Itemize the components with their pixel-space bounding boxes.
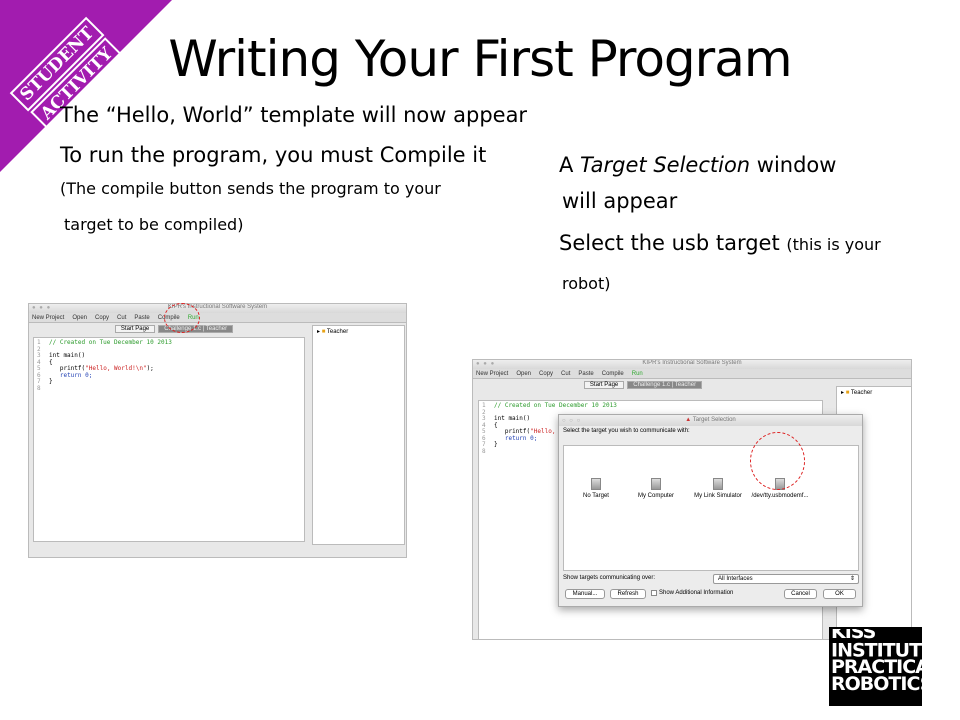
- checkbox[interactable]: [651, 590, 657, 596]
- code-return: return 0;: [59, 371, 93, 379]
- computer-icon: [713, 478, 723, 490]
- show-info-checkbox[interactable]: Show Additional Information: [651, 590, 733, 596]
- cut-button[interactable]: Cut: [117, 315, 126, 321]
- target-selection-dialog: ○ ○ ○ ▲ Target Selection Select the targe…: [558, 414, 863, 607]
- logo-robotics: ROBOTICS: [831, 673, 933, 696]
- computer-icon: [651, 478, 661, 490]
- dialog-titlebar: ○ ○ ○ ▲ Target Selection: [559, 415, 862, 426]
- cancel-button[interactable]: Cancel: [784, 589, 817, 599]
- titlebar: ● ● ● KIPR's Instructional Software Syste…: [473, 360, 911, 369]
- text-note-2: target to be compiled): [64, 215, 244, 234]
- target-link-simulator[interactable]: My Link Simulator: [688, 478, 748, 499]
- code-comment: // Created on Tue December 10 2013: [494, 402, 617, 409]
- show-info-label: Show Additional Information: [659, 590, 734, 596]
- select-arrows-icon: ⇕: [849, 576, 855, 582]
- ok-button[interactable]: OK: [823, 589, 856, 599]
- target-my-computer[interactable]: My Computer: [626, 478, 686, 499]
- toolbar: New Project Open Copy Cut Paste Compile Run: [473, 369, 911, 379]
- text-will-appear: will appear: [562, 189, 678, 213]
- ln: 8: [37, 384, 41, 392]
- code-printf-end: );: [146, 365, 154, 372]
- target-label: My Computer: [637, 493, 674, 499]
- target-no-target[interactable]: No Target: [566, 478, 626, 499]
- t-a: A: [559, 153, 581, 177]
- manual-button[interactable]: Manual...: [565, 589, 605, 599]
- code-main: int main(): [494, 415, 531, 422]
- code-string: "Hello, World!\n": [85, 365, 147, 372]
- t-suffix: window: [750, 153, 837, 177]
- window-title: KIPR's Instructional Software System: [642, 360, 742, 366]
- show-targets-label: Show targets communicating over:: [563, 575, 656, 581]
- code-main: int main(): [49, 352, 86, 359]
- compile-button[interactable]: Compile: [602, 371, 624, 377]
- text-select-usb: Select the usb target (this is your: [559, 231, 881, 255]
- dialog-title: Target Selection: [692, 417, 736, 423]
- code-brace: }: [49, 378, 53, 385]
- target-label: /dev/tty.usbmodemf...: [751, 493, 809, 499]
- paste-button[interactable]: Paste: [134, 315, 149, 321]
- folder-icon: ■: [321, 329, 326, 335]
- tab-start-page[interactable]: Start Page: [583, 381, 625, 389]
- open-button[interactable]: Open: [72, 315, 87, 321]
- new-project-button[interactable]: New Project: [32, 315, 64, 321]
- interface-select[interactable]: All Interfaces ⇕: [713, 574, 859, 584]
- target-label: My Link Simulator: [694, 493, 742, 499]
- interface-value: All Interfaces: [718, 576, 753, 582]
- computer-icon: [591, 478, 601, 490]
- refresh-button[interactable]: Refresh: [610, 589, 646, 599]
- kipr-icon: ▲: [685, 417, 692, 423]
- copy-button[interactable]: Copy: [539, 371, 553, 377]
- text-note-1: (The compile button sends the program to…: [60, 179, 441, 198]
- toolbar: New Project Open Copy Cut Paste Compile Run: [29, 313, 406, 323]
- t-b-small: (this is your: [786, 235, 881, 254]
- run-button[interactable]: Run: [632, 371, 643, 377]
- usb-target-highlight-circle: [750, 432, 805, 490]
- titlebar: ● ● ● KIPR's Instructional Software Syste…: [29, 304, 406, 313]
- target-label: No Target: [583, 493, 609, 499]
- text-target-window: A Target Selection window: [559, 153, 836, 177]
- cut-button[interactable]: Cut: [561, 371, 570, 377]
- dialog-prompt: Select the target you wish to communicat…: [563, 428, 690, 434]
- logo-kiss: KISS: [831, 629, 920, 639]
- code-comment: // Created on Tue December 10 2013: [49, 339, 172, 346]
- folder-icon: ■: [845, 390, 850, 396]
- t-italic: Target Selection: [580, 153, 751, 177]
- tab-challenge[interactable]: Challenge 1.c | Teacher: [627, 381, 703, 389]
- tree-item-teacher[interactable]: Teacher: [851, 390, 872, 396]
- text-template: The “Hello, World” template will now app…: [60, 103, 528, 127]
- copy-button[interactable]: Copy: [95, 315, 109, 321]
- tab-start-page[interactable]: Start Page: [114, 325, 156, 333]
- slide-title: Writing Your First Program: [168, 30, 792, 88]
- ln: 8: [482, 447, 486, 455]
- open-button[interactable]: Open: [516, 371, 531, 377]
- target-list: No Target My Computer My Link Simulator …: [563, 445, 859, 571]
- t-b: Select the usb target: [559, 231, 787, 255]
- text-compile: To run the program, you must Compile it: [60, 143, 487, 167]
- paste-button[interactable]: Paste: [578, 371, 593, 377]
- code-editor[interactable]: 1// Created on Tue December 10 2013 2 3i…: [33, 337, 305, 542]
- tree-item-teacher[interactable]: Teacher: [327, 329, 348, 335]
- kipr-logo: KISS INSTITUTEFOR PRACTICAL ROBOTICS: [829, 627, 945, 706]
- project-tree: ▸ ■ Teacher: [312, 325, 405, 545]
- code-return: return 0;: [504, 434, 538, 442]
- logo-for: FOR: [933, 644, 945, 651]
- compile-highlight-circle: [164, 303, 200, 333]
- new-project-button[interactable]: New Project: [476, 371, 508, 377]
- code-brace: }: [494, 441, 498, 448]
- text-robot: robot): [562, 274, 611, 293]
- ide-screenshot-left: ● ● ● KIPR's Instructional Software Syste…: [28, 303, 407, 558]
